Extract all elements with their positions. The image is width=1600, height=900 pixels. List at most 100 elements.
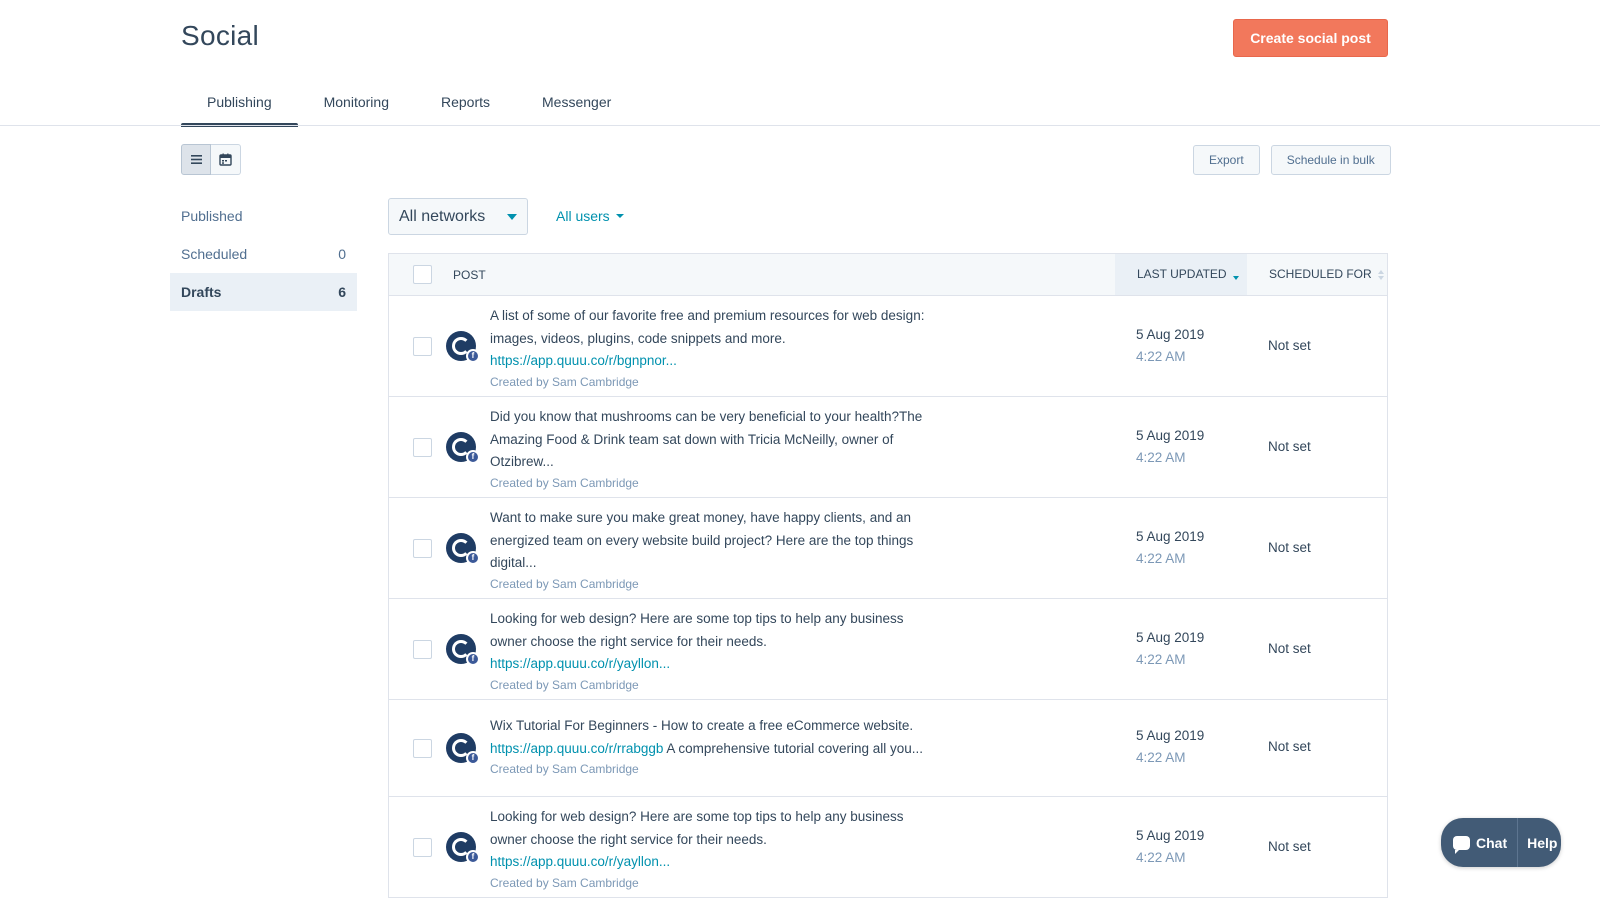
post-content[interactable]: A list of some of our favorite free and … (490, 305, 935, 391)
updated-date: 5 Aug 2019 (1136, 327, 1205, 342)
row-checkbox[interactable] (413, 640, 432, 659)
sidebar-item-scheduled[interactable]: Scheduled 0 (170, 235, 357, 273)
post-text: Wix Tutorial For Beginners - How to crea… (490, 718, 914, 733)
sidebar-item-drafts[interactable]: Drafts 6 (170, 273, 357, 311)
sidebar-item-label: Scheduled (181, 246, 248, 262)
chat-label: Chat (1476, 834, 1508, 851)
post-link[interactable]: https://app.quuu.co/r/yayllon... (490, 656, 670, 671)
facebook-icon: f (466, 850, 480, 864)
sidebar-item-label: Drafts (181, 284, 222, 300)
last-updated-cell: 5 Aug 2019 4:22 AM (1136, 425, 1204, 469)
tab-reports[interactable]: Reports (415, 84, 516, 127)
row-checkbox[interactable] (413, 337, 432, 356)
row-checkbox[interactable] (413, 438, 432, 457)
updated-time: 4:22 AM (1136, 652, 1186, 667)
facebook-icon: f (466, 349, 480, 363)
tabs-divider (0, 125, 1600, 126)
created-by: Created by Sam Cambridge (490, 475, 639, 490)
post-link[interactable]: https://app.quuu.co/r/bgnpnor... (490, 353, 677, 368)
scheduled-for-cell: Not set (1268, 739, 1311, 754)
facebook-icon: f (466, 751, 480, 765)
post-content[interactable]: Wix Tutorial For Beginners - How to crea… (490, 715, 935, 778)
tab-monitoring[interactable]: Monitoring (298, 84, 415, 127)
post-text: Want to make sure you make great money, … (490, 510, 914, 570)
post-text: Looking for web design? Here are some to… (490, 809, 904, 847)
row-checkbox[interactable] (413, 838, 432, 857)
facebook-icon: f (466, 551, 480, 565)
top-actions: Export Schedule in bulk (1193, 145, 1391, 175)
view-toggle (181, 144, 241, 175)
table-row[interactable]: f Want to make sure you make great money… (389, 498, 1387, 599)
updated-time: 4:22 AM (1136, 850, 1186, 865)
account-avatar[interactable]: f (446, 832, 480, 864)
users-filter-dropdown[interactable]: All users (556, 208, 624, 224)
sidebar-item-count: 6 (338, 284, 346, 300)
created-by: Created by Sam Cambridge (490, 875, 639, 890)
schedule-in-bulk-button[interactable]: Schedule in bulk (1270, 145, 1391, 175)
tab-publishing[interactable]: Publishing (181, 84, 298, 127)
account-avatar[interactable]: f (446, 331, 480, 363)
post-text: Did you know that mushrooms can be very … (490, 409, 923, 469)
create-social-post-button[interactable]: Create social post (1233, 19, 1388, 57)
scheduled-for-cell: Not set (1268, 338, 1311, 353)
created-by: Created by Sam Cambridge (490, 576, 639, 591)
table-row[interactable]: f Looking for web design? Here are some … (389, 599, 1387, 700)
last-updated-cell: 5 Aug 2019 4:22 AM (1136, 324, 1204, 368)
network-filter-value: All networks (399, 207, 486, 225)
help-label: Help (1527, 834, 1558, 851)
post-content[interactable]: Looking for web design? Here are some to… (490, 608, 935, 694)
account-avatar[interactable]: f (446, 533, 480, 565)
updated-time: 4:22 AM (1136, 551, 1186, 566)
last-updated-cell: 5 Aug 2019 4:22 AM (1136, 825, 1204, 869)
updated-time: 4:22 AM (1136, 349, 1186, 364)
updated-date: 5 Aug 2019 (1136, 630, 1205, 645)
table-row[interactable]: f Looking for web design? Here are some … (389, 797, 1387, 898)
column-header-scheduled-for[interactable]: Scheduled for (1269, 267, 1384, 281)
account-avatar[interactable]: f (446, 634, 480, 666)
column-header-label: Last updated (1137, 267, 1227, 281)
post-content[interactable]: Want to make sure you make great money, … (490, 507, 935, 593)
updated-date: 5 Aug 2019 (1136, 728, 1205, 743)
facebook-icon: f (466, 652, 480, 666)
row-checkbox[interactable] (413, 739, 432, 758)
post-content[interactable]: Did you know that mushrooms can be very … (490, 406, 935, 492)
select-all-checkbox[interactable] (413, 265, 432, 284)
sort-icon (1232, 267, 1239, 295)
account-avatar[interactable]: f (446, 733, 480, 765)
page-title: Social (181, 20, 260, 51)
calendar-view-button[interactable] (211, 144, 241, 175)
account-avatar[interactable]: f (446, 432, 480, 464)
sidebar-item-label: Published (181, 208, 243, 224)
updated-date: 5 Aug 2019 (1136, 529, 1205, 544)
export-button[interactable]: Export (1193, 145, 1260, 175)
drafts-table: Post Last updated Scheduled for f A list… (388, 253, 1388, 898)
column-header-post: Post (453, 268, 486, 282)
row-checkbox[interactable] (413, 539, 432, 558)
post-text-continued: A comprehensive tutorial covering all yo… (663, 740, 924, 756)
list-icon (190, 155, 202, 164)
table-row[interactable]: f Did you know that mushrooms can be ver… (389, 397, 1387, 498)
chevron-down-icon (615, 214, 624, 218)
updated-time: 4:22 AM (1136, 450, 1186, 465)
users-filter-label: All users (556, 208, 610, 224)
chat-help-widget: Chat Help (1441, 818, 1561, 867)
table-row[interactable]: f A list of some of our favorite free an… (389, 296, 1387, 397)
sidebar-item-count: 0 (338, 246, 346, 262)
scheduled-for-cell: Not set (1268, 439, 1311, 454)
tab-messenger[interactable]: Messenger (516, 84, 637, 127)
table-row[interactable]: f Wix Tutorial For Beginners - How to cr… (389, 700, 1387, 797)
post-content[interactable]: Looking for web design? Here are some to… (490, 806, 935, 892)
chat-button[interactable]: Chat (1441, 818, 1519, 867)
updated-date: 5 Aug 2019 (1136, 428, 1205, 443)
scheduled-for-cell: Not set (1268, 540, 1311, 555)
network-filter-select[interactable]: All networks (388, 198, 528, 235)
sidebar-item-published[interactable]: Published (170, 197, 357, 235)
post-text: Looking for web design? Here are some to… (490, 611, 904, 649)
column-header-last-updated[interactable]: Last updated (1115, 254, 1247, 295)
sidebar: Published Scheduled 0 Drafts 6 (170, 197, 357, 311)
post-link[interactable]: https://app.quuu.co/r/yayllon... (490, 854, 670, 869)
column-header-label: Scheduled for (1269, 267, 1372, 281)
list-view-button[interactable] (181, 144, 211, 175)
help-button[interactable]: Help (1518, 818, 1561, 867)
post-link[interactable]: https://app.quuu.co/r/rrabggb (490, 741, 663, 756)
